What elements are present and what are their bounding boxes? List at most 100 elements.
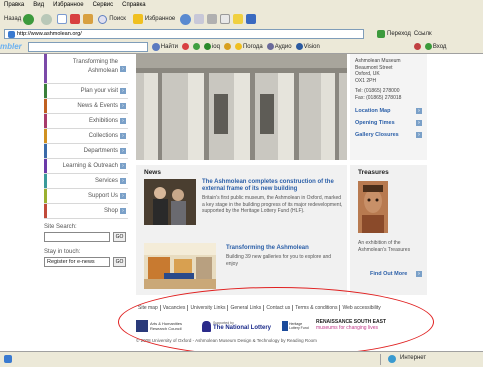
sidebar-item-services[interactable]: Services ›	[44, 174, 128, 189]
arrow-icon: ›	[120, 193, 126, 199]
address-input[interactable]: http://www.ashmolean.org/	[4, 29, 364, 39]
sidebar-item-departments[interactable]: Departments ›	[44, 144, 128, 159]
login-icon	[424, 43, 432, 50]
news-title: News	[144, 169, 161, 176]
gallery-render-image	[144, 243, 216, 289]
sidebar-item-shop[interactable]: Shop ›	[44, 204, 128, 219]
mail-icon[interactable]	[194, 14, 205, 24]
toolbar-item-ioq[interactable]: ioq	[203, 43, 220, 50]
toolbar-item-vision[interactable]: Vision	[295, 43, 320, 50]
news-item-1-title[interactable]: The Ashmolean completes construction of …	[202, 179, 343, 193]
enews-go-button[interactable]: GO	[113, 257, 126, 267]
folder-icon[interactable]	[233, 14, 244, 24]
address-bar: http://www.ashmolean.org/ Переход Ссылк	[0, 28, 483, 40]
stop-icon[interactable]	[57, 14, 68, 24]
ioq-icon	[203, 43, 211, 50]
globe-icon	[388, 355, 396, 363]
site-search-label: Site Search:	[44, 224, 77, 230]
arrow-icon: ›	[120, 163, 126, 169]
sidebar-item-label: Collections	[88, 133, 118, 139]
menu-edit[interactable]: Правка	[4, 2, 24, 8]
sidebar-color-bar	[44, 84, 47, 98]
arrow-icon: ›	[120, 178, 126, 184]
toolbar-search-input[interactable]	[27, 41, 148, 52]
toolbar-icon-2[interactable]	[192, 43, 200, 50]
sidebar-color-bar	[44, 129, 47, 143]
favorites-button[interactable]: Избранное	[131, 13, 177, 26]
menu-help[interactable]: Справка	[122, 2, 146, 8]
news-item-2-body: Building 39 new galleries for you to exp…	[226, 254, 332, 267]
sidebar-color-bar	[44, 189, 47, 203]
toolbar-item-weather[interactable]: Погода	[234, 43, 263, 50]
sidebar-item-label: Shop	[103, 208, 118, 214]
menu-favorites[interactable]: Избранное	[53, 2, 83, 8]
toolbar-search-button[interactable]: Найти	[151, 42, 178, 51]
site-search-input[interactable]	[44, 232, 110, 242]
opening-times-link[interactable]: Opening Times ›	[355, 117, 422, 129]
media-icon[interactable]	[180, 13, 192, 25]
news-item-1-body: Britain's first public museum, the Ashmo…	[202, 195, 343, 214]
toolbar-icon-3[interactable]	[223, 43, 231, 50]
treasures-title: Treasures	[358, 169, 389, 176]
sidebar-item-learning[interactable]: Learning & Outreach ›	[44, 159, 128, 174]
sidebar-color-bar	[44, 54, 47, 83]
links-label[interactable]: Ссылк	[414, 31, 432, 37]
toolbar-logo: mbler	[0, 42, 22, 51]
location-map-link[interactable]: Location Map ›	[355, 105, 422, 117]
menu-tools[interactable]: Сервис	[93, 2, 114, 8]
weather-label: Погода	[242, 43, 263, 50]
find-out-more-link[interactable]: Find Out More ›	[370, 268, 422, 280]
opening-times-label: Opening Times	[355, 120, 395, 126]
sidebar-item-support-us[interactable]: Support Us ›	[44, 189, 128, 204]
highlight-ellipse	[118, 287, 434, 357]
toolbar-icon-1[interactable]	[181, 43, 189, 50]
toolbar-item-audio[interactable]: Аудио	[266, 43, 292, 50]
gallery-closures-link[interactable]: Gallery Closures ›	[355, 129, 422, 141]
go-button[interactable]: Переход	[377, 30, 411, 38]
vision-icon	[295, 43, 303, 50]
edit-icon[interactable]	[220, 14, 231, 24]
go-label: Переход	[387, 31, 411, 37]
news-panel: News The Ashmolean completes constructio…	[136, 165, 347, 295]
enews-input[interactable]: Register for e-news	[44, 257, 110, 267]
back-arrow-icon	[23, 13, 35, 25]
toolbar-icon-4[interactable]	[413, 43, 421, 50]
sidebar-item-label: Transforming the Ashmolean	[72, 59, 118, 74]
login-button[interactable]: Вход	[424, 43, 446, 50]
home-icon[interactable]	[83, 14, 94, 24]
sidebar-color-bar	[44, 144, 47, 158]
sidebar-nav: Transforming the Ashmolean › Plan your v…	[44, 54, 128, 219]
sidebar-item-news-events[interactable]: News & Events ›	[44, 99, 128, 114]
go-arrow-icon	[377, 30, 385, 38]
ioq-label: ioq	[211, 43, 220, 50]
menu-view[interactable]: Вид	[33, 2, 44, 8]
gallery-closures-label: Gallery Closures	[355, 132, 399, 138]
arrow-icon: ›	[120, 208, 126, 214]
forward-button[interactable]	[39, 13, 54, 26]
news-item-2-title[interactable]: Transforming the Ashmolean	[226, 245, 343, 252]
status-divider	[380, 354, 381, 365]
search-button[interactable]: Поиск	[96, 13, 128, 26]
arrow-icon: ›	[120, 148, 126, 154]
sidebar-item-plan-visit[interactable]: Plan your visit ›	[44, 84, 128, 99]
sidebar-item-exhibitions[interactable]: Exhibitions ›	[44, 114, 128, 129]
search-toolbar: mbler Найти ioq Погода Аудио Vision Вход	[0, 40, 483, 53]
favorites-label: Избранное	[144, 16, 176, 22]
site-search-go-button[interactable]: GO	[113, 232, 126, 242]
messenger-icon[interactable]	[246, 14, 257, 24]
print-icon[interactable]	[207, 14, 218, 24]
back-button[interactable]: Назад	[2, 13, 36, 26]
arrow-icon: ›	[120, 133, 126, 139]
refresh-icon[interactable]	[70, 14, 81, 24]
museum-facade-image	[136, 54, 347, 160]
sidebar-item-collections[interactable]: Collections ›	[44, 129, 128, 144]
stay-in-touch-label: Stay in touch:	[44, 249, 81, 255]
sidebar-item-label: Support Us	[87, 193, 118, 199]
address-line: OX1 2PH	[355, 77, 377, 84]
sidebar-item-transforming[interactable]: Transforming the Ashmolean ›	[44, 54, 128, 84]
status-zone: Интернет	[400, 355, 427, 361]
magnifier-icon	[151, 42, 160, 51]
arrow-icon: ›	[416, 120, 422, 126]
news-item-1: The Ashmolean completes construction of …	[202, 179, 343, 215]
forward-arrow-icon	[41, 13, 53, 25]
